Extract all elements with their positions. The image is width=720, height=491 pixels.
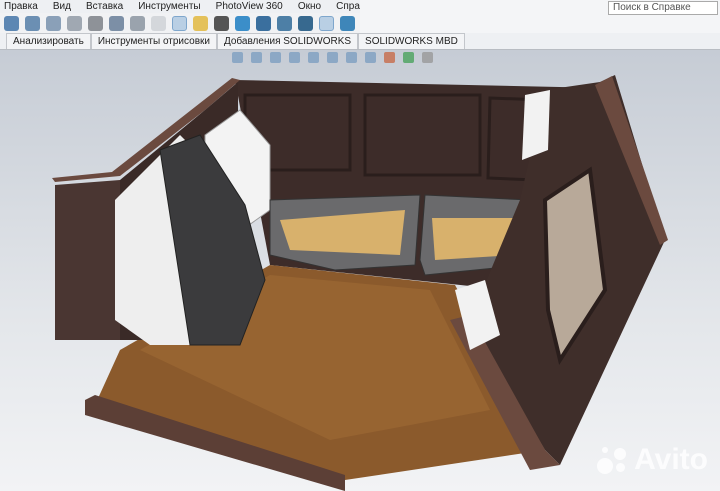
table-icon[interactable] [109,15,124,31]
tab-analyze[interactable]: Анализировать [6,33,91,49]
menu-edit[interactable]: Правка [4,0,38,13]
cube-icon[interactable] [235,15,250,31]
tab-sketch-tools[interactable]: Инструменты отрисовки [90,33,217,49]
gears-icon[interactable] [88,15,103,31]
tab-solidworks-mbd[interactable]: SOLIDWORKS MBD [358,33,465,49]
menu-window[interactable]: Окно [298,0,321,13]
insert-components-icon[interactable] [46,15,61,31]
command-toolbar [0,13,360,33]
component-icon[interactable] [4,15,19,31]
dynamic-annotation-icon[interactable] [308,52,319,63]
interference-icon[interactable] [193,15,208,31]
move-component-icon[interactable] [130,15,145,31]
help-search-input[interactable]: Поиск в Справке [608,1,718,15]
rotate-component-icon[interactable] [151,15,166,31]
instant3d-icon[interactable] [340,15,355,31]
tab-solidworks-addins[interactable]: Добавления SOLIDWORKS [216,33,359,49]
assembly-icon[interactable] [25,15,40,31]
scene-icon[interactable] [403,52,414,63]
zoom-area-icon[interactable] [251,52,262,63]
mass-properties-icon[interactable] [298,15,313,31]
menu-insert[interactable]: Вставка [86,0,123,13]
smart-fasteners-icon[interactable] [172,15,187,31]
monitor-icon[interactable] [422,52,433,63]
view-orientation-icon[interactable] [327,52,338,63]
menu-tools[interactable]: Инструменты [138,0,200,13]
avito-text: Avito [634,443,708,476]
snapshot-icon[interactable] [214,15,229,31]
display-style-icon[interactable] [346,52,357,63]
zoom-to-fit-icon[interactable] [232,52,243,63]
section-icon[interactable] [277,15,292,31]
menu-bar: Правка Вид Вставка Инструменты PhotoView… [0,0,360,13]
avito-logo-icon [597,444,629,476]
avito-watermark: Avito [597,443,708,477]
left-wall [55,180,120,340]
room-model[interactable] [0,50,720,491]
view-heads-up-toolbar [232,52,433,63]
explode-icon[interactable] [319,15,334,31]
quick-access-bar: Поиск в Справке [360,0,720,33]
hide-show-icon[interactable] [365,52,376,63]
section-view-icon[interactable] [289,52,300,63]
menu-photoview[interactable]: PhotoView 360 [216,0,283,13]
previous-view-icon[interactable] [270,52,281,63]
mate-icon[interactable] [67,15,82,31]
appearance-icon[interactable] [384,52,395,63]
radiator-white [522,90,550,160]
menu-view[interactable]: Вид [53,0,71,13]
measure-icon[interactable] [256,15,271,31]
command-manager-tabs: Анализировать Инструменты отрисовки Доба… [0,33,720,50]
menu-help[interactable]: Справка [336,0,360,13]
